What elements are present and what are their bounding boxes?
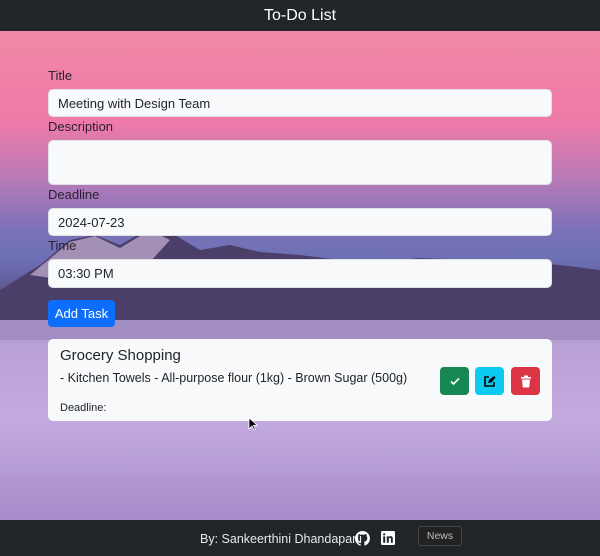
mouse-cursor-icon xyxy=(248,417,258,431)
footer: By: Sankeerthini Dhandapani xyxy=(0,520,600,556)
time-label: Time xyxy=(48,238,77,253)
news-tooltip: News xyxy=(418,526,462,546)
title-label: Title xyxy=(48,68,73,83)
app-title: To-Do List xyxy=(263,7,337,24)
task-description: - Kitchen Towels - All-purpose flour (1k… xyxy=(60,371,408,385)
github-icon[interactable] xyxy=(355,531,370,546)
check-icon xyxy=(449,377,460,386)
title-input[interactable]: Meeting with Design Team xyxy=(48,89,552,117)
linkedin-icon[interactable] xyxy=(381,531,395,545)
app-header: To-Do List xyxy=(0,0,600,31)
add-task-button[interactable]: Add Task xyxy=(48,300,115,327)
description-textarea[interactable] xyxy=(48,140,552,185)
time-input[interactable]: 03:30 PM xyxy=(48,259,552,288)
task-card: Grocery Shopping - Kitchen Towels - All-… xyxy=(48,339,552,421)
footer-author: By: Sankeerthini Dhandapani xyxy=(200,532,362,546)
task-deadline-label: Deadline: xyxy=(60,402,107,414)
description-label: Description xyxy=(48,119,114,134)
complete-button[interactable] xyxy=(440,367,469,395)
edit-icon xyxy=(484,375,496,387)
delete-button[interactable] xyxy=(511,367,540,395)
task-deadline: Deadline: xyxy=(60,402,106,414)
task-title: Grocery Shopping xyxy=(60,347,181,364)
deadline-label: Deadline xyxy=(48,187,100,202)
trash-icon xyxy=(520,375,531,387)
deadline-input[interactable]: 2024-07-23 xyxy=(48,208,552,236)
edit-button[interactable] xyxy=(475,367,504,395)
